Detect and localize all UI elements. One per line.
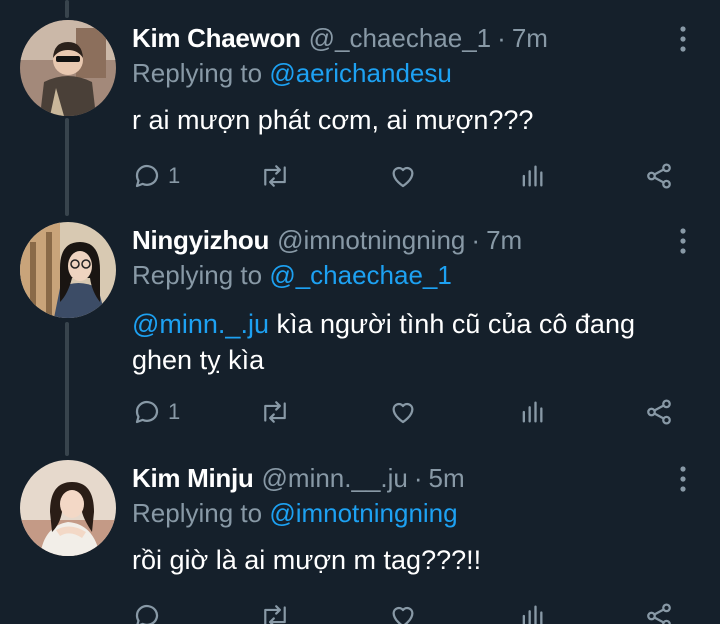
avatar[interactable] [20, 222, 116, 318]
timestamp[interactable]: 7m [512, 23, 548, 54]
reply-count: 1 [168, 163, 181, 188]
analytics-icon [522, 401, 543, 423]
share-icon [647, 399, 671, 425]
reply-icon [135, 164, 159, 188]
tweet-text: r ai mượn phát cơm, ai mượn??? [132, 102, 692, 138]
separator-dot: · [471, 224, 481, 255]
replying-prefix: Replying to [132, 260, 263, 290]
like-button[interactable] [388, 396, 418, 428]
retweet-icon [264, 401, 286, 423]
avatar[interactable] [20, 20, 116, 116]
retweet-icon [264, 165, 286, 187]
replying-to-link[interactable]: @_chaechae_1 [269, 260, 452, 290]
replying-to-link[interactable]: @aerichandesu [269, 58, 452, 88]
tweet-header: Kim Minju @minn.__.ju · 5m [132, 460, 465, 496]
like-icon [392, 402, 414, 424]
display-name[interactable]: Kim Minju [132, 463, 254, 494]
tweet-actions [132, 600, 688, 624]
timeline: Kim Chaewon @_chaechae_1 · 7m Replying t… [0, 0, 720, 624]
tweet[interactable]: Kim Chaewon @_chaechae_1 · 7m Replying t… [0, 20, 720, 210]
replying-to: Replying to @_chaechae_1 [132, 260, 452, 291]
replying-prefix: Replying to [132, 58, 263, 88]
tweet-header: Ningyizhou @imnotningning · 7m [132, 222, 522, 258]
reply-button[interactable]: 1 [132, 160, 180, 192]
like-icon [392, 606, 414, 624]
retweet-button[interactable] [258, 160, 292, 192]
tweet-header: Kim Chaewon @_chaechae_1 · 7m [132, 20, 548, 56]
timestamp[interactable]: 7m [486, 225, 522, 256]
tweet[interactable]: Ningyizhou @imnotningning · 7m Replying … [0, 222, 720, 432]
analytics-icon [522, 605, 543, 624]
replying-to-link[interactable]: @imnotningning [269, 498, 457, 528]
avatar-photo-icon [20, 222, 116, 318]
tweet-actions: 1 [132, 396, 688, 428]
user-handle[interactable]: @imnotningning [277, 225, 465, 256]
reply-count: 1 [168, 399, 181, 424]
replying-prefix: Replying to [132, 498, 263, 528]
more-options-icon[interactable] [678, 226, 688, 256]
like-button[interactable] [388, 600, 418, 624]
user-handle[interactable]: @_chaechae_1 [309, 23, 492, 54]
tweet-text: rồi giờ là ai mượn m tag???!! [132, 542, 692, 578]
avatar[interactable] [20, 460, 116, 556]
reply-icon [135, 400, 159, 424]
analytics-button[interactable] [518, 396, 546, 428]
analytics-button[interactable] [518, 600, 546, 624]
share-icon [647, 163, 671, 189]
replying-to: Replying to @imnotningning [132, 498, 458, 529]
like-icon [392, 166, 414, 188]
user-handle[interactable]: @minn.__.ju [262, 463, 408, 494]
share-button[interactable] [644, 600, 674, 624]
reply-button[interactable] [132, 600, 168, 624]
replying-to: Replying to @aerichandesu [132, 58, 452, 89]
like-button[interactable] [388, 160, 418, 192]
retweet-icon [264, 605, 286, 624]
tweet[interactable]: Kim Minju @minn.__.ju · 5m Replying to @… [0, 460, 720, 624]
timestamp[interactable]: 5m [429, 463, 465, 494]
analytics-button[interactable] [518, 160, 546, 192]
more-options-icon[interactable] [678, 24, 688, 54]
avatar-photo-icon [20, 20, 116, 116]
display-name[interactable]: Kim Chaewon [132, 23, 301, 54]
tweet-text-content: rồi giờ là ai mượn m tag???!! [132, 545, 482, 575]
separator-dot: · [497, 22, 506, 53]
tweet-actions: 1 [132, 160, 688, 192]
reply-icon [135, 604, 159, 624]
tweet-mention-link[interactable]: @minn._.ju [132, 309, 269, 339]
separator-dot: · [413, 462, 423, 493]
display-name[interactable]: Ningyizhou [132, 225, 269, 256]
retweet-button[interactable] [258, 396, 292, 428]
retweet-button[interactable] [258, 600, 292, 624]
tweet-text: @minn._.ju kìa người tình cũ của cô đang… [132, 306, 692, 378]
thread-connector [65, 0, 69, 18]
avatar-photo-icon [20, 460, 116, 556]
share-button[interactable] [644, 396, 674, 428]
more-options-icon[interactable] [678, 464, 688, 494]
reply-button[interactable]: 1 [132, 396, 180, 428]
share-icon [647, 603, 671, 624]
analytics-icon [522, 165, 543, 187]
share-button[interactable] [644, 160, 674, 192]
tweet-text-content: r ai mượn phát cơm, ai mượn??? [132, 105, 534, 135]
